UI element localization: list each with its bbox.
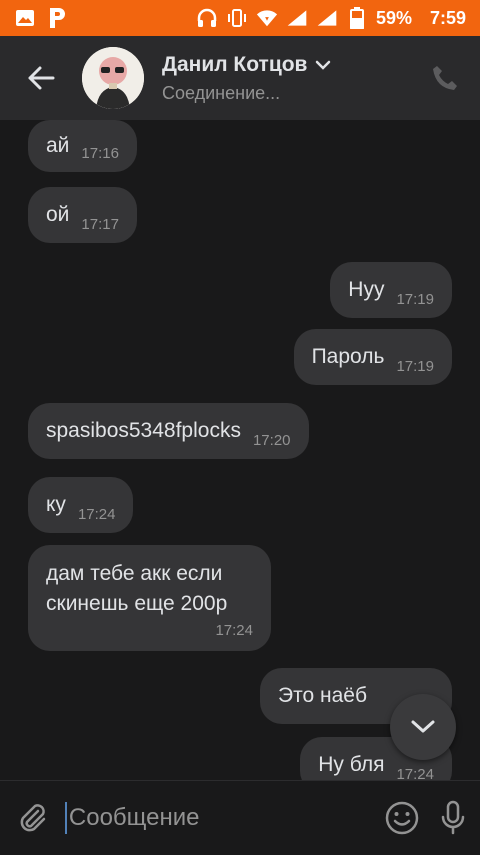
clock: 7:59 bbox=[429, 7, 466, 28]
call-button[interactable] bbox=[430, 63, 460, 93]
battery-icon bbox=[346, 7, 368, 29]
battery-percent: 59% bbox=[375, 7, 412, 28]
message-bubble[interactable]: ку 17:24 bbox=[28, 477, 134, 533]
message-time: 17:19 bbox=[396, 291, 434, 308]
headphones-icon bbox=[196, 7, 218, 29]
message-time: 17:16 bbox=[81, 145, 119, 162]
avatar-image bbox=[82, 47, 144, 109]
message-text: дам тебе акк если скинешь еще 200р bbox=[46, 562, 228, 615]
message-text: Это наёб bbox=[278, 684, 367, 707]
smile-icon bbox=[385, 801, 419, 834]
message-text: Пароль bbox=[311, 345, 385, 368]
attach-button[interactable] bbox=[0, 781, 65, 855]
message-text: ой bbox=[46, 203, 70, 226]
scroll-down-button[interactable] bbox=[390, 694, 456, 760]
signal-icon bbox=[316, 7, 338, 29]
message-time: 17:19 bbox=[396, 358, 434, 375]
chevron-down-icon bbox=[316, 60, 331, 70]
vibrate-icon bbox=[226, 7, 248, 29]
message-input[interactable] bbox=[66, 792, 379, 843]
arrow-back-icon bbox=[28, 66, 55, 90]
message-bubble[interactable]: дам тебе акк если скинешь еще 200р 17:24 bbox=[28, 545, 271, 651]
chat-title-button[interactable]: Данил Котцов bbox=[162, 53, 331, 77]
message-time: 17:17 bbox=[81, 216, 119, 233]
wifi-icon bbox=[256, 7, 278, 29]
message-list[interactable]: ай 17:16 ой 17:17 Нуу 17:19 Пароль 17:19… bbox=[0, 120, 480, 780]
message-bubble[interactable]: spasibos5348fplocks 17:20 bbox=[28, 403, 309, 459]
message-bubble[interactable]: ай 17:16 bbox=[28, 120, 137, 172]
message-bubble[interactable]: Пароль 17:19 bbox=[293, 329, 452, 385]
message-time: 17:24 bbox=[215, 622, 253, 639]
message-text: Ну бля bbox=[318, 753, 385, 776]
microphone-icon bbox=[441, 800, 465, 834]
connection-status: Соединение... bbox=[162, 82, 281, 103]
paperclip-icon bbox=[20, 803, 45, 831]
signal-icon bbox=[286, 7, 308, 29]
avatar[interactable] bbox=[82, 47, 144, 109]
p-app-icon bbox=[46, 7, 68, 29]
gallery-icon bbox=[14, 7, 36, 29]
status-bar: 59% 7:59 bbox=[0, 0, 480, 36]
message-text: spasibos5348fplocks bbox=[46, 419, 241, 442]
message-text: ку bbox=[46, 493, 66, 516]
composer bbox=[0, 780, 480, 854]
chevron-down-icon bbox=[411, 720, 435, 733]
voice-button[interactable] bbox=[426, 781, 480, 855]
message-bubble[interactable]: Нуу 17:19 bbox=[330, 262, 452, 318]
message-time: 17:24 bbox=[77, 506, 116, 523]
phone-icon bbox=[433, 66, 457, 90]
emoji-button[interactable] bbox=[379, 781, 426, 855]
message-text: ай bbox=[46, 134, 70, 157]
chat-title: Данил Котцов bbox=[162, 52, 308, 76]
chat-header: Данил Котцов Соединение... bbox=[0, 36, 480, 120]
message-text: Нуу bbox=[348, 278, 385, 301]
back-button[interactable] bbox=[0, 36, 82, 120]
message-bubble[interactable]: ой 17:17 bbox=[28, 187, 137, 243]
message-time: 17:20 bbox=[252, 432, 291, 449]
